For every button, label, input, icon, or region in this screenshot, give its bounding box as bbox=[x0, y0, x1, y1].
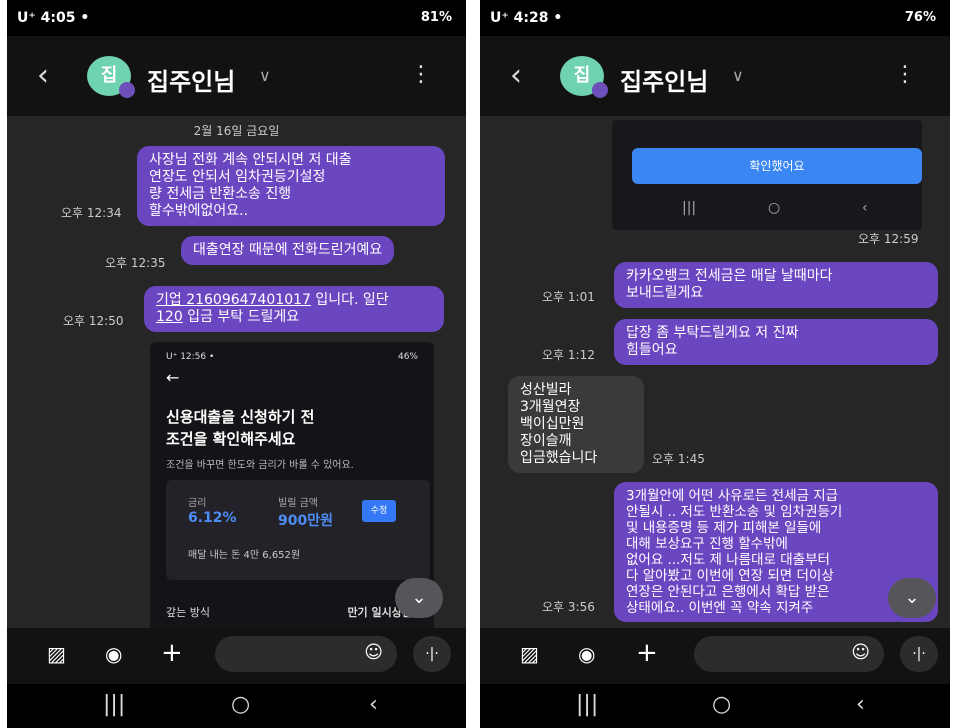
contact-name[interactable]: 집주인님 bbox=[620, 62, 708, 97]
attached-screenshot[interactable]: U⁺ 12:56 • 46% ← 신용대출을 신청하기 전 조건을 확인해주세요… bbox=[150, 342, 434, 628]
arrow-left-icon: ← bbox=[166, 368, 180, 387]
attached-screenshot[interactable]: 확인했어요 ||| ○ ‹ bbox=[612, 120, 922, 230]
amount-value: 900만원 bbox=[278, 513, 333, 529]
back-icon[interactable]: ‹ bbox=[510, 58, 522, 93]
amount-link[interactable]: 120 bbox=[156, 309, 183, 325]
message-time: 오후 12:35 bbox=[105, 256, 166, 270]
message-bubble[interactable]: 기업 21609647401017 입니다. 일단 120 입금 부탁 드릴게요 bbox=[144, 286, 444, 332]
gallery-icon[interactable]: ▨ bbox=[520, 642, 539, 666]
message-time: 오후 3:56 bbox=[542, 600, 595, 614]
chat-header: ‹ 집 집주인님 ∨ ⋮ bbox=[7, 36, 466, 116]
back-icon[interactable]: ‹ bbox=[37, 58, 49, 93]
message-input[interactable]: ☺ bbox=[215, 636, 397, 672]
chat-area[interactable]: 2월 16일 금요일 사장님 전화 계속 안되시면 저 대출 연장도 안되서 임… bbox=[7, 116, 466, 628]
screenshot-status-bar: U⁺ 12:56 • 46% bbox=[166, 352, 418, 362]
plus-icon[interactable]: + bbox=[636, 638, 658, 668]
screenshot-battery: 46% bbox=[397, 352, 418, 362]
message-time: 오후 1:12 bbox=[542, 348, 595, 362]
message-bubble[interactable]: 답장 좀 부탁드릴게요 저 진짜 힘들어요 bbox=[614, 319, 938, 365]
more-options-icon[interactable]: ⋮ bbox=[894, 62, 916, 87]
message-time: 오후 12:59 bbox=[858, 232, 919, 246]
gallery-icon[interactable]: ▨ bbox=[47, 642, 66, 666]
voice-icon[interactable]: ·|· bbox=[900, 636, 938, 672]
avatar-badge bbox=[119, 82, 135, 98]
avatar-badge bbox=[592, 82, 608, 98]
status-bar: U⁺ 4:05 • 81% bbox=[7, 0, 466, 36]
loan-title-line2: 조건을 확인해주세요 bbox=[166, 430, 296, 448]
confirm-button: 확인했어요 bbox=[632, 148, 922, 184]
chat-header: ‹ 집 집주인님 ∨ ⋮ bbox=[480, 36, 950, 116]
avatar[interactable]: 집 bbox=[560, 56, 608, 98]
message-text: 입금 부탁 드릴게요 bbox=[182, 309, 300, 325]
edit-button: 수정 bbox=[362, 500, 396, 522]
camera-icon[interactable]: ◉ bbox=[578, 642, 595, 666]
status-battery: 76% bbox=[904, 10, 936, 25]
home-icon: ○ bbox=[768, 200, 781, 216]
avatar[interactable]: 집 bbox=[87, 56, 135, 98]
message-text: 입니다. 일단 bbox=[310, 292, 389, 308]
chat-area[interactable]: 확인했어요 ||| ○ ‹ 오후 12:59 카카오뱅크 전세금은 매달 날때마… bbox=[480, 116, 950, 628]
status-time: U⁺ 4:28 • bbox=[490, 10, 563, 26]
back-nav-icon: ‹ bbox=[862, 200, 868, 216]
loan-subtitle: 조건을 바꾸면 한도와 금리가 바롤 수 있어요. bbox=[166, 460, 354, 471]
loan-conditions-card: 금리 6.12% 빌릴 금액 900만원 수정 매달 내는 돈 4만 6,652… bbox=[166, 480, 430, 580]
system-nav-bar: ||| ○ ‹ bbox=[480, 684, 950, 728]
message-bubble-received[interactable]: 성산빌라 3개월연장 백이십만원 장이슬깨 입금했습니다 bbox=[508, 376, 644, 473]
monthly-payment: 매달 내는 돈 4만 6,652원 bbox=[188, 550, 301, 561]
emoji-icon[interactable]: ☺ bbox=[364, 642, 383, 663]
chevron-down-icon[interactable]: ∨ bbox=[259, 66, 271, 85]
date-divider: 2월 16일 금요일 bbox=[193, 124, 280, 138]
message-time: 오후 1:01 bbox=[542, 290, 595, 304]
account-number-link[interactable]: 기업 21609647401017 bbox=[156, 292, 311, 308]
more-options-icon[interactable]: ⋮ bbox=[410, 62, 432, 87]
system-nav-bar: ||| ○ ‹ bbox=[7, 684, 466, 728]
home-icon[interactable]: ○ bbox=[712, 692, 731, 717]
back-nav-icon[interactable]: ‹ bbox=[369, 692, 378, 717]
scroll-down-button[interactable]: ⌄ bbox=[888, 578, 936, 618]
recents-icon[interactable]: ||| bbox=[103, 692, 125, 717]
repayment-label: 갚는 방식 bbox=[166, 606, 210, 619]
chevron-down-icon[interactable]: ∨ bbox=[732, 66, 744, 85]
message-time: 오후 12:50 bbox=[63, 314, 124, 328]
status-time: U⁺ 4:05 • bbox=[17, 10, 90, 26]
scroll-down-button[interactable]: ⌄ bbox=[395, 578, 443, 618]
voice-icon[interactable]: ·|· bbox=[413, 636, 451, 672]
screenshot-time: U⁺ 12:56 • bbox=[166, 352, 215, 362]
back-nav-icon[interactable]: ‹ bbox=[856, 692, 865, 717]
message-bubble[interactable]: 카카오뱅크 전세금은 매달 날때마다 보내드릴게요 bbox=[614, 262, 938, 308]
contact-name[interactable]: 집주인님 bbox=[147, 62, 235, 97]
status-bar: U⁺ 4:28 • 76% bbox=[480, 0, 950, 36]
avatar-initial: 집 bbox=[100, 65, 118, 86]
right-phone-screen: U⁺ 4:28 • 76% ‹ 집 집주인님 ∨ ⋮ 확인했어요 ||| ○ ‹… bbox=[480, 0, 950, 728]
camera-icon[interactable]: ◉ bbox=[105, 642, 122, 666]
rate-value: 6.12% bbox=[188, 510, 237, 526]
input-bar: ▨ ◉ + ☺ ·|· bbox=[7, 628, 466, 684]
recents-icon[interactable]: ||| bbox=[576, 692, 598, 717]
input-bar: ▨ ◉ + ☺ ·|· bbox=[480, 628, 950, 684]
message-time: 오후 1:45 bbox=[652, 452, 705, 466]
recents-icon: ||| bbox=[682, 200, 697, 216]
amount-label: 빌릴 금액 bbox=[278, 498, 318, 509]
left-phone-screen: U⁺ 4:05 • 81% ‹ 집 집주인님 ∨ ⋮ 2월 16일 금요일 사장… bbox=[7, 0, 466, 728]
status-battery: 81% bbox=[420, 10, 452, 25]
loan-title-line1: 신용대출을 신청하기 전 bbox=[166, 408, 315, 426]
emoji-icon[interactable]: ☺ bbox=[851, 642, 870, 663]
message-bubble[interactable]: 사장님 전화 계속 안되시면 저 대출 연장도 안되서 임차권등기설정 량 전세… bbox=[137, 146, 445, 226]
loan-title: 신용대출을 신청하기 전 조건을 확인해주세요 bbox=[166, 406, 314, 450]
plus-icon[interactable]: + bbox=[161, 638, 183, 668]
rate-label: 금리 bbox=[188, 498, 207, 509]
avatar-initial: 집 bbox=[573, 65, 591, 86]
message-time: 오후 12:34 bbox=[61, 206, 122, 220]
message-bubble[interactable]: 대출연장 때문에 전화드린거예요 bbox=[181, 236, 395, 265]
home-icon[interactable]: ○ bbox=[231, 692, 250, 717]
message-input[interactable]: ☺ bbox=[694, 636, 884, 672]
